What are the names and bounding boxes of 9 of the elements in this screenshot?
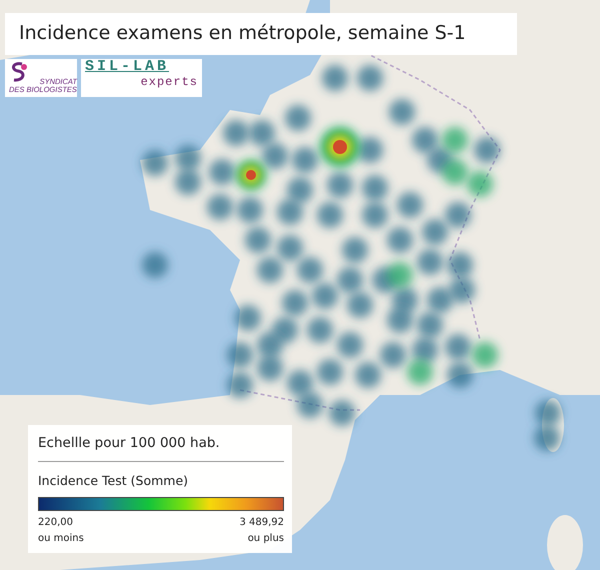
legend-title: Echellle pour 100 000 hab. — [38, 433, 284, 462]
scale-min-note: ou moins — [38, 532, 84, 546]
logo-text: SIL-LAB — [84, 59, 170, 76]
legend-measure: Incidence Test (Somme) — [38, 472, 190, 490]
scale-max-note: ou plus — [246, 532, 284, 546]
map-title: Incidence examens en métropole, semaine S-1 — [5, 13, 517, 55]
scale-min-value: 220,00 — [38, 516, 74, 530]
scale-max-value: 3 489,92 — [239, 516, 284, 530]
logo-text: experts — [140, 76, 199, 89]
